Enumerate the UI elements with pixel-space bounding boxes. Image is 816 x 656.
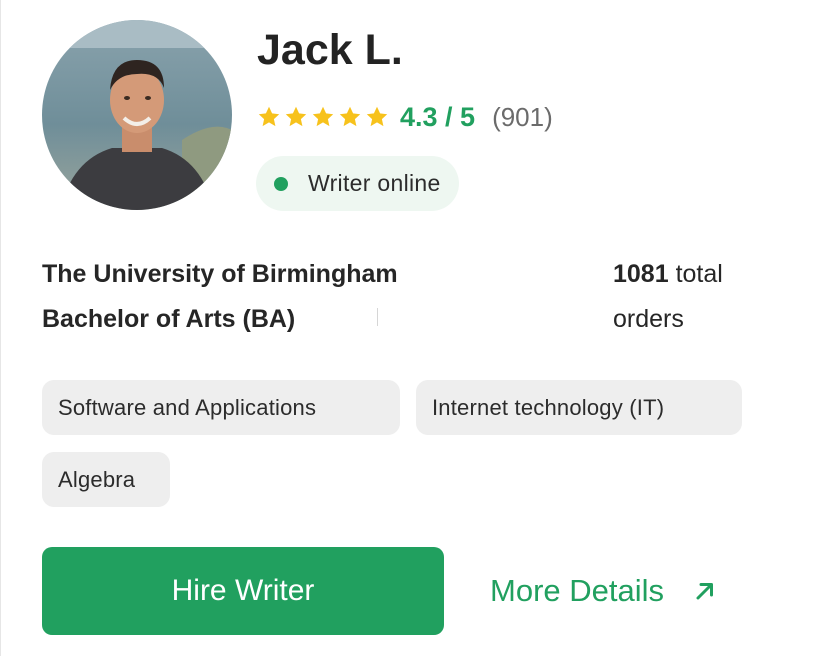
subject-tag: Algebra <box>42 452 170 507</box>
degree-name: Bachelor of Arts (BA) <box>42 305 296 333</box>
writer-name: Jack L. <box>257 26 403 74</box>
education: The University of Birmingham Bachelor of… <box>42 252 398 342</box>
orders-label: total <box>675 260 723 288</box>
rating-stars <box>257 105 389 129</box>
star-icon <box>339 106 361 127</box>
rating-row: 4.3 / 5 (901) <box>257 100 553 134</box>
rating-count: (901) <box>492 101 553 132</box>
orders-label-2: orders <box>613 305 684 333</box>
divider <box>377 308 378 326</box>
star-icon <box>258 106 280 127</box>
status-badge: Writer online <box>256 156 459 211</box>
writer-card: Jack L. 4.3 / 5 (901) Writer online The … <box>0 0 816 656</box>
orders-summary: 1081 total orders <box>613 252 723 342</box>
orders-count: 1081 <box>613 260 669 288</box>
star-icon <box>366 106 388 127</box>
star-icon <box>285 106 307 127</box>
university-name: The University of Birmingham <box>42 260 398 288</box>
avatar[interactable] <box>42 20 232 210</box>
more-details-label: More Details <box>490 573 664 608</box>
rating-score: 4.3 / 5 <box>400 101 476 132</box>
status-text: Writer online <box>308 170 441 196</box>
arrow-up-right-icon <box>696 583 713 600</box>
online-dot-icon <box>274 176 288 191</box>
hire-writer-button[interactable]: Hire Writer <box>42 547 444 635</box>
avatar-photo <box>42 20 232 210</box>
more-details-link[interactable]: More Details <box>490 566 718 616</box>
star-icon <box>312 106 334 127</box>
subject-tag: Software and Applications <box>42 380 400 435</box>
subject-tag: Internet technology (IT) <box>416 380 742 435</box>
